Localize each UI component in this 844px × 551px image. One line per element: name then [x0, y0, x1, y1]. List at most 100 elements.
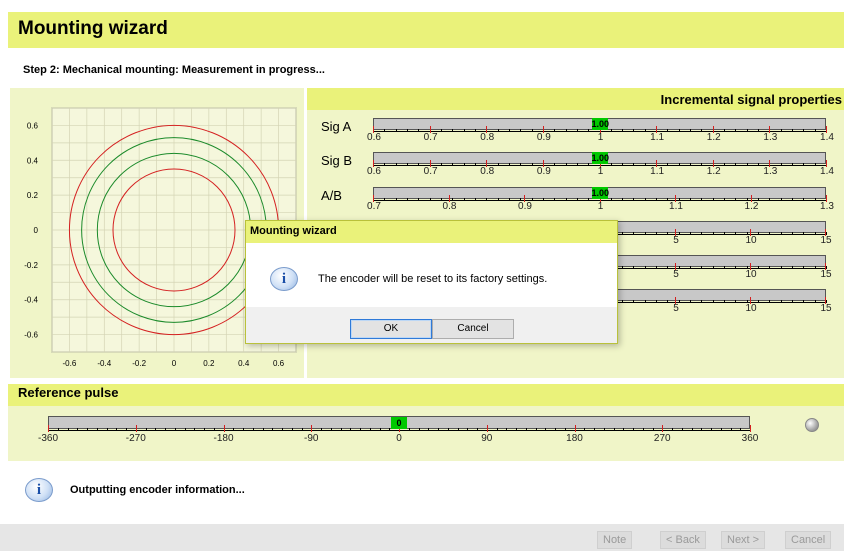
scale-minor-tick	[126, 428, 127, 431]
scale-minor-tick	[395, 129, 397, 132]
wizard-footer	[0, 524, 844, 551]
scale-minor-tick	[712, 300, 714, 303]
wizard-header: Mounting wizard	[8, 12, 844, 48]
scale-minor-tick	[155, 428, 157, 431]
scale-minor-tick	[792, 198, 794, 201]
scale-minor-tick	[531, 129, 533, 132]
back-button[interactable]: < Back	[660, 531, 706, 549]
scale-major-tick	[135, 425, 137, 432]
scale-minor-tick	[622, 129, 624, 132]
plot-y-tick-label: 0.2	[27, 191, 39, 200]
scale-minor-tick	[633, 266, 635, 269]
scale-minor-tick	[633, 163, 635, 166]
dialog-title: Mounting wizard	[250, 225, 337, 237]
scale-minor-tick	[282, 428, 283, 431]
scale-tick-label: 1.3	[820, 201, 834, 212]
scale-minor-tick	[735, 129, 737, 132]
dialog-cancel-button[interactable]: Cancel	[432, 319, 514, 339]
scale-minor-tick	[406, 163, 408, 166]
info-icon: i	[25, 478, 53, 502]
scale-minor-tick	[691, 428, 693, 431]
scale-minor-tick	[622, 232, 624, 235]
scale-minor-tick	[418, 428, 420, 431]
scale-minor-tick	[656, 300, 658, 303]
scale-minor-tick	[520, 129, 522, 132]
scale-tick-label: 0.8	[480, 132, 495, 143]
reference-tick-label: 180	[566, 433, 583, 444]
scale-minor-tick	[701, 232, 703, 235]
reference-tick-label: 360	[741, 433, 759, 444]
scale-minor-tick	[780, 198, 782, 201]
scale-minor-tick	[690, 129, 692, 132]
scale-minor-tick	[792, 129, 794, 132]
scale-minor-tick	[233, 428, 235, 431]
scale-minor-tick	[395, 198, 397, 201]
scale-minor-tick	[369, 428, 371, 431]
scale-minor-tick	[814, 300, 816, 303]
scale-major-tick	[223, 425, 225, 432]
scale-minor-tick	[477, 428, 478, 431]
dialog-message: The encoder will be reset to its factory…	[318, 273, 548, 285]
cancel-button[interactable]: Cancel	[785, 531, 832, 549]
scale-minor-tick	[87, 428, 88, 431]
scale-minor-tick	[554, 163, 556, 166]
next-button[interactable]: Next >	[721, 531, 766, 549]
scale-tick-label: 0.8	[442, 201, 457, 212]
scale-minor-tick	[497, 198, 499, 201]
scale-minor-tick	[508, 198, 510, 201]
scale-minor-tick	[711, 428, 712, 431]
scale-minor-tick	[542, 198, 544, 201]
scale-minor-tick	[735, 163, 737, 166]
scale-minor-tick	[384, 198, 386, 201]
scale-minor-tick	[452, 163, 454, 166]
scale-minor-tick	[622, 266, 624, 269]
scale-tick-label: 10	[745, 235, 757, 246]
scale-minor-tick	[406, 198, 408, 201]
scale-minor-tick	[701, 163, 703, 166]
scale-minor-tick	[384, 163, 386, 166]
signal-row-label: A/B	[321, 188, 342, 203]
scale-minor-tick	[780, 266, 782, 269]
scale-minor-tick	[622, 163, 624, 166]
scale-minor-tick	[712, 198, 714, 201]
scale-minor-tick	[603, 428, 605, 431]
scale-minor-tick	[746, 163, 748, 166]
scale-minor-tick	[576, 129, 578, 132]
scale-minor-tick	[486, 198, 488, 201]
scale-minor-tick	[730, 428, 732, 431]
scale-minor-tick	[758, 129, 760, 132]
scale-minor-tick	[803, 232, 805, 235]
scale-minor-tick	[96, 428, 98, 431]
scale-tick-label: 0.8	[480, 166, 495, 177]
scale-minor-tick	[520, 163, 522, 166]
scale-minor-tick	[418, 163, 420, 166]
scale-minor-tick	[440, 163, 442, 166]
scale-minor-tick	[418, 129, 420, 132]
scale-tick-label: 0.9	[536, 166, 551, 177]
scale-minor-tick	[516, 428, 517, 431]
scale-tick-label: 1	[597, 132, 604, 143]
scale-minor-tick	[792, 163, 794, 166]
scale-minor-tick	[701, 129, 703, 132]
scale-minor-tick	[780, 163, 782, 166]
scale-minor-tick	[584, 428, 586, 431]
scale-minor-tick	[644, 300, 646, 303]
reference-tick-label: -360	[37, 433, 58, 444]
scale-minor-tick	[656, 198, 658, 201]
scale-minor-tick	[301, 428, 303, 431]
scale-minor-tick	[720, 428, 722, 431]
reference-pulse-header	[8, 384, 844, 406]
note-button[interactable]: Note	[597, 531, 633, 549]
scale-minor-tick	[769, 300, 771, 303]
scale-tick-label: 5	[673, 303, 679, 314]
scale-minor-tick	[803, 129, 805, 132]
scale-minor-tick	[740, 428, 742, 431]
scale-tick-label: 1.4	[820, 132, 834, 143]
scale-minor-tick	[535, 428, 537, 431]
scale-tick-label: 10	[745, 303, 757, 314]
scale-minor-tick	[814, 266, 816, 269]
plot-x-tick-label: 0.4	[238, 359, 250, 368]
reference-indicator-led	[805, 418, 819, 432]
scale-minor-tick	[678, 163, 680, 166]
dialog-ok-button[interactable]: OK	[350, 319, 432, 339]
